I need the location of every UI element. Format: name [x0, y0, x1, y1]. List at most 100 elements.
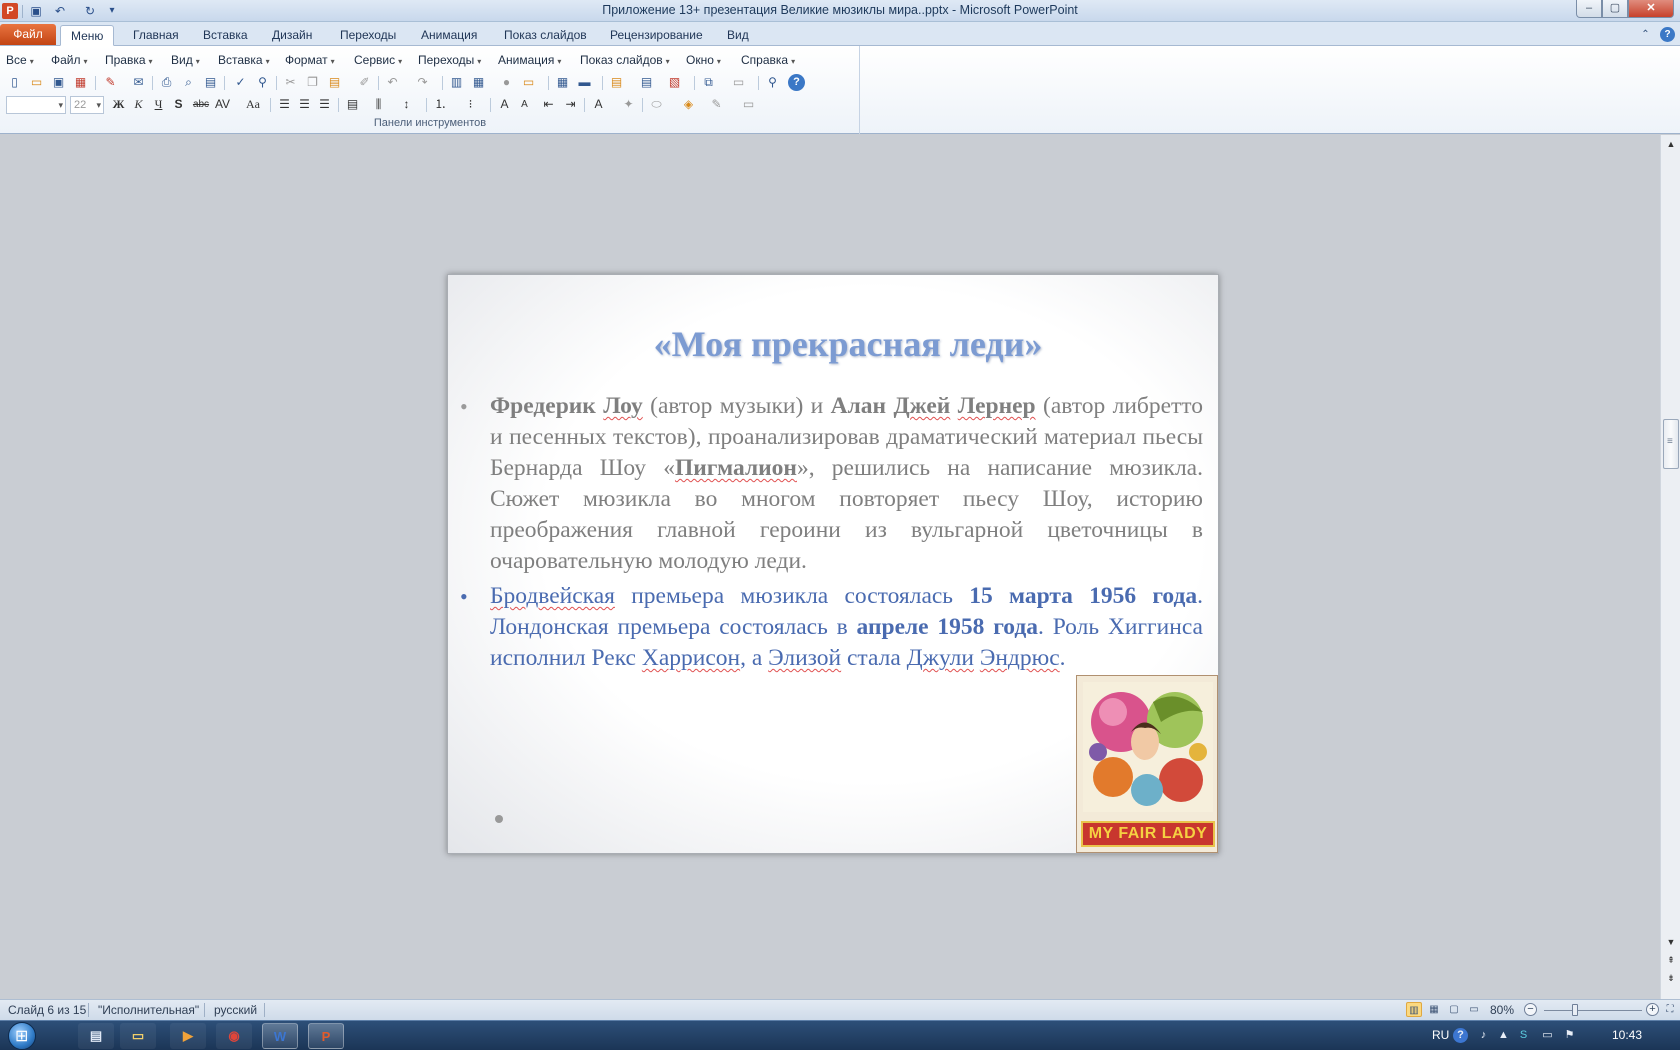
tab-animation[interactable]: Анимация [411, 25, 487, 46]
paste-icon[interactable]: ▤ [326, 74, 343, 91]
tab-slideshow[interactable]: Показ слайдов [494, 25, 597, 46]
fill-color-icon[interactable]: ◈ [680, 96, 697, 113]
zoom-icon[interactable]: ⚲ [764, 74, 781, 91]
skype-tray-icon[interactable]: S [1516, 1028, 1531, 1043]
decrease-font-icon[interactable]: A [516, 96, 533, 113]
line-spacing-icon[interactable]: ↕ [398, 96, 415, 113]
slide-canvas[interactable]: «Моя прекрасная леди» Фредерик Лоу (авто… [447, 274, 1219, 854]
maximize-button[interactable]: ▢ [1602, 0, 1628, 18]
align-right-icon[interactable]: ☰ [316, 96, 333, 113]
bullets-icon[interactable]: ⁝ [462, 96, 479, 113]
empty-bullet[interactable] [495, 815, 503, 823]
menu-format[interactable]: Формат [285, 53, 335, 67]
justify-icon[interactable]: ▤ [344, 96, 361, 113]
underline-button[interactable]: Ч [150, 96, 167, 113]
menu-insert[interactable]: Вставка [218, 53, 270, 67]
font-color-icon[interactable]: A [590, 96, 607, 113]
copy-icon[interactable]: ❐ [304, 74, 321, 91]
color-scheme-icon[interactable]: ▧ [666, 74, 683, 91]
bold-button[interactable]: Ж [110, 96, 127, 113]
insert-shape-icon[interactable]: ● [498, 74, 515, 91]
slide-title[interactable]: «Моя прекрасная леди» [488, 323, 1208, 365]
shadow-effect-icon[interactable]: ▭ [740, 96, 757, 113]
insert-table-icon[interactable]: ▦ [470, 74, 487, 91]
collapse-ribbon-icon[interactable]: ⌃ [1638, 27, 1653, 42]
help-icon[interactable]: ? [1660, 27, 1675, 42]
menu-animation[interactable]: Анимация [498, 53, 561, 67]
decrease-indent-icon[interactable]: ⇤ [540, 96, 557, 113]
insert-folder-icon[interactable]: ▭ [520, 74, 537, 91]
print-icon[interactable]: ⎙ [158, 74, 175, 91]
menu-view[interactable]: Вид [171, 53, 200, 67]
media-player-icon[interactable]: ▶ [170, 1023, 206, 1049]
normal-view-icon[interactable]: ▥ [1406, 1002, 1422, 1017]
menu-transitions[interactable]: Переходы [418, 53, 481, 67]
line-color-icon[interactable]: ✎ [708, 96, 725, 113]
numbering-icon[interactable]: ⒈ [432, 96, 449, 113]
tab-insert[interactable]: Вставка [193, 25, 258, 46]
font-name-combobox[interactable] [6, 96, 66, 114]
explorer-icon[interactable]: ▭ [120, 1023, 156, 1049]
strikethrough-button[interactable]: abc [190, 96, 212, 113]
slide-sorter-view-icon[interactable]: ▦ [1426, 1002, 1442, 1017]
menu-tools[interactable]: Сервис [354, 53, 402, 67]
italic-button[interactable]: К [130, 96, 147, 113]
redo-icon[interactable]: ↷ [414, 74, 431, 91]
menu-edit[interactable]: Правка [105, 53, 153, 67]
start-button[interactable] [8, 1022, 36, 1050]
slide-sorter-icon[interactable]: ▤ [202, 74, 219, 91]
shadow-button[interactable]: S [170, 96, 187, 113]
cut-icon[interactable]: ✂ [282, 74, 299, 91]
slideshow-view-icon[interactable]: ▭ [1466, 1002, 1482, 1017]
permissions-icon[interactable]: ✎ [102, 74, 119, 91]
tab-file[interactable]: Файл [0, 24, 56, 45]
columns-icon[interactable]: ⫼ [370, 96, 387, 113]
scrollbar-thumb[interactable] [1663, 419, 1679, 469]
network-tray-icon[interactable]: ▭ [1540, 1028, 1555, 1043]
language-indicator[interactable]: русский [214, 1003, 257, 1017]
group-icon[interactable]: ▭ [730, 74, 747, 91]
reading-view-icon[interactable]: ▢ [1446, 1002, 1462, 1017]
research-icon[interactable]: ⚲ [254, 74, 271, 91]
zoom-slider-thumb[interactable] [1572, 1004, 1578, 1016]
tab-transitions[interactable]: Переходы [330, 25, 406, 46]
bullet-paragraph-2[interactable]: Бродвейская премьера мюзикла состоялась … [460, 581, 1203, 674]
menu-file[interactable]: Файл [51, 53, 88, 67]
zoom-out-icon[interactable]: − [1524, 1003, 1537, 1016]
save-as-pdf-icon[interactable]: ▦ [72, 74, 89, 91]
my-fair-lady-poster-image[interactable]: MY FAIR LADY [1076, 675, 1218, 853]
open-folder-icon[interactable]: ▭ [28, 74, 45, 91]
text-effects-icon[interactable]: ✦ [620, 96, 637, 113]
powerpoint-taskbar-icon[interactable]: P [308, 1023, 344, 1049]
keyboard-tray-icon[interactable]: ♪ [1476, 1028, 1491, 1043]
tab-home[interactable]: Главная [123, 25, 189, 46]
theme-name[interactable]: "Исполнительная" [98, 1003, 199, 1017]
action-center-icon[interactable]: ⚑ [1562, 1028, 1577, 1043]
zoom-slider-track[interactable] [1544, 1010, 1642, 1011]
clock[interactable]: 10:43 [1612, 1028, 1642, 1042]
align-center-icon[interactable]: ☰ [296, 96, 313, 113]
increase-font-icon[interactable]: A [496, 96, 513, 113]
format-painter-icon[interactable]: ✐ [356, 74, 373, 91]
character-spacing-icon[interactable]: AV [214, 96, 231, 113]
font-size-combobox[interactable]: 22 [70, 96, 104, 114]
scroll-up-icon[interactable]: ▲ [1664, 137, 1678, 151]
scroll-down-icon[interactable]: ▼ [1664, 935, 1678, 949]
notepad-icon[interactable]: ▤ [78, 1023, 114, 1049]
shape-icon[interactable]: ⬭ [648, 96, 665, 113]
chrome-icon[interactable]: ◉ [216, 1023, 252, 1049]
help-icon[interactable]: ? [788, 74, 805, 91]
insert-chart-icon[interactable]: ▥ [448, 74, 465, 91]
menu-all[interactable]: Все [6, 53, 34, 67]
save-icon[interactable]: ▣ [50, 74, 67, 91]
arrange-icon[interactable]: ⧉ [700, 74, 717, 91]
menu-help[interactable]: Справка [741, 53, 795, 67]
previous-slide-icon[interactable]: ⇞ [1664, 953, 1678, 967]
help-tray-icon[interactable]: ? [1453, 1028, 1468, 1043]
vertical-scrollbar[interactable]: ▲ ▼ ⇞ ⇟ [1660, 135, 1680, 999]
print-preview-icon[interactable]: ⌕ [180, 74, 197, 91]
menu-window[interactable]: Окно [686, 53, 721, 67]
next-slide-icon[interactable]: ⇟ [1664, 971, 1678, 985]
spelling-icon[interactable]: ✓ [232, 74, 249, 91]
bullet-paragraph-1[interactable]: Фредерик Лоу (автор музыки) и Алан Джей … [460, 391, 1203, 577]
